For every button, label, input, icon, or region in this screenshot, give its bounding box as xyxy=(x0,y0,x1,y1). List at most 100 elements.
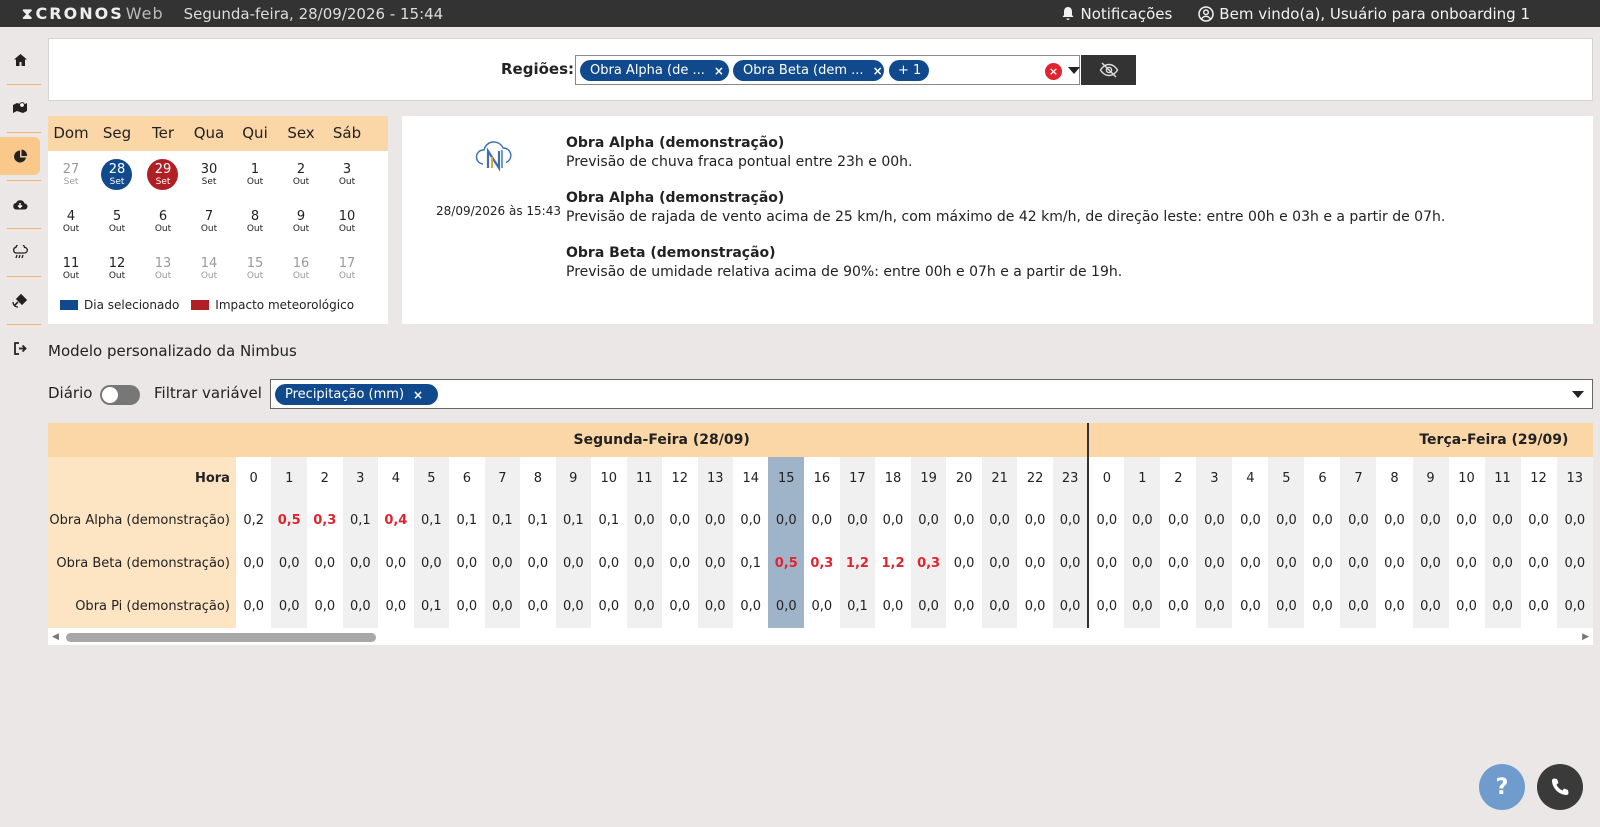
value-cell: 0,0 xyxy=(662,499,698,542)
value-cell: 0,0 xyxy=(484,542,521,585)
value-cell: 0,0 xyxy=(697,542,733,585)
value-cell: 0,0 xyxy=(591,585,627,628)
calendar: Dom Seg Ter Qua Qui Sex Sáb 27 Set 28 Set 29… xyxy=(48,116,388,324)
hour-cell: 14 xyxy=(733,457,769,499)
legend-swatch-impact xyxy=(191,300,210,310)
chevron-down-icon[interactable] xyxy=(1068,67,1080,74)
sidebar-item-logout[interactable] xyxy=(0,329,40,367)
model-section-title: Modelo personalizado da Nimbus xyxy=(48,342,297,360)
chip-remove-icon[interactable]: × xyxy=(873,64,883,78)
calendar-day[interactable]: 12 Out xyxy=(94,245,140,292)
help-button[interactable]: ? xyxy=(1479,764,1525,810)
daily-toggle-label: Diário xyxy=(48,384,93,402)
calendar-day[interactable]: 15 Out xyxy=(232,245,278,292)
value-cell: 0,1 xyxy=(733,542,769,585)
notifications-button[interactable]: Notificações xyxy=(1061,5,1172,23)
regions-select[interactable]: Obra Alpha (de ... × Obra Beta (dem ... … xyxy=(575,55,1080,85)
calendar-day[interactable]: 17 Out xyxy=(324,245,370,292)
calendar-day[interactable]: 3 Out xyxy=(324,151,370,198)
hour-cell: 8 xyxy=(1376,457,1413,499)
value-cell: 0,0 xyxy=(1412,542,1449,585)
top-bar: ⧗ CRONOS Web Segunda-feira, 28/09/2026 -… xyxy=(0,0,1600,27)
hour-cell: 18 xyxy=(875,457,911,499)
value-cell: 0,0 xyxy=(1340,499,1377,542)
calendar-day[interactable]: 13 Out xyxy=(140,245,186,292)
sidebar-item-satellite[interactable] xyxy=(0,281,40,319)
sidebar-item-dashboard[interactable] xyxy=(0,137,40,175)
scroll-thumb[interactable] xyxy=(66,633,376,642)
calendar-day[interactable]: 4 Out xyxy=(48,198,94,245)
value-cell: 0,0 xyxy=(378,542,414,585)
calendar-day[interactable]: 6 Out xyxy=(140,198,186,245)
value-cell: 0,0 xyxy=(342,542,379,585)
calendar-day[interactable]: 9 Out xyxy=(278,198,324,245)
hour-cell: 3 xyxy=(1196,457,1233,499)
value-cell: 0,0 xyxy=(946,542,982,585)
calendar-day-number: 4 xyxy=(66,209,76,224)
calendar-day[interactable]: 14 Out xyxy=(186,245,232,292)
sidebar-item-home[interactable] xyxy=(0,41,40,79)
sidebar-item-weather[interactable] xyxy=(0,233,40,271)
scroll-left-icon[interactable]: ◀ xyxy=(52,632,59,642)
region-chip[interactable]: Obra Alpha (de ... × xyxy=(580,60,729,81)
region-chip[interactable]: Obra Beta (dem ... × xyxy=(733,60,884,81)
calendar-day[interactable]: 27 Set xyxy=(48,151,94,198)
app-logo[interactable]: ⧗ CRONOS Web xyxy=(22,4,164,23)
alert-body: Previsão de chuva fraca pontual entre 23… xyxy=(566,154,913,170)
sidebar-item-map[interactable] xyxy=(0,89,40,127)
calendar-day[interactable]: 2 Out xyxy=(278,151,324,198)
calendar-day[interactable]: 29 Set xyxy=(140,151,186,198)
chevron-down-icon[interactable] xyxy=(1572,391,1584,398)
alert-title: Obra Alpha (demonstração) xyxy=(566,135,785,151)
region-chip-label: Obra Alpha (de ... xyxy=(590,63,705,78)
value-cell: 0,0 xyxy=(733,585,769,628)
weekday-label: Seg xyxy=(102,124,132,142)
sidebar-divider xyxy=(7,324,41,325)
value-cell: 0,0 xyxy=(768,585,805,628)
calendar-day-month: Set xyxy=(155,177,171,187)
sidebar-item-download[interactable] xyxy=(0,185,40,223)
value-cell: 0,2 xyxy=(235,499,272,542)
chip-remove-icon[interactable]: × xyxy=(413,388,423,402)
phone-icon xyxy=(1552,778,1569,795)
calendar-day-month: Set xyxy=(63,177,79,187)
variable-select[interactable]: Precipitação (mm) × xyxy=(270,379,1593,409)
region-more-chip[interactable]: + 1 xyxy=(889,60,929,81)
value-cell: 0,0 xyxy=(307,542,343,585)
value-cell: 0,1 xyxy=(555,499,592,542)
value-cell: 0,0 xyxy=(1304,542,1341,585)
value-cell: 0,0 xyxy=(768,499,805,542)
calendar-day[interactable]: 8 Out xyxy=(232,198,278,245)
calendar-day[interactable]: 16 Out xyxy=(278,245,324,292)
value-cell: 0,0 xyxy=(839,499,876,542)
value-cell: 0,0 xyxy=(1087,585,1125,628)
horizontal-scrollbar[interactable]: ◀ ▶ xyxy=(48,630,1593,644)
forecast-table-wrapper[interactable]: Segunda-Feira (28/09) Terça-Feira (29/09)… xyxy=(48,423,1593,645)
chip-remove-icon[interactable]: × xyxy=(714,64,724,78)
value-cell: 0,0 xyxy=(1448,499,1485,542)
clear-selection-icon[interactable]: × xyxy=(1045,63,1062,80)
value-cell: 0,0 xyxy=(1448,542,1485,585)
variable-chip[interactable]: Precipitação (mm) × xyxy=(275,384,438,405)
calendar-day-month: Out xyxy=(108,224,126,234)
toggle-visibility-button[interactable] xyxy=(1081,55,1136,85)
calendar-day[interactable]: 28 Set xyxy=(94,151,140,198)
value-cell: 0,1 xyxy=(449,499,485,542)
phone-button[interactable] xyxy=(1537,764,1583,810)
user-menu-button[interactable]: Bem vindo(a), Usuário para onboarding 1 xyxy=(1198,5,1530,23)
scroll-right-icon[interactable]: ▶ xyxy=(1582,632,1589,642)
calendar-day[interactable]: 5 Out xyxy=(94,198,140,245)
calendar-day-number: 30 xyxy=(200,162,218,177)
alert-body: Previsão de umidade relativa acima de 90… xyxy=(566,264,1123,280)
value-cell: 1,2 xyxy=(839,542,876,585)
calendar-day-number: 1 xyxy=(250,162,260,177)
value-cell: 0,0 xyxy=(875,499,911,542)
calendar-day[interactable]: 7 Out xyxy=(186,198,232,245)
daily-toggle[interactable] xyxy=(100,385,140,405)
calendar-day[interactable]: 30 Set xyxy=(186,151,232,198)
calendar-day-number: 2 xyxy=(296,162,306,177)
calendar-day[interactable]: 1 Out xyxy=(232,151,278,198)
calendar-day-month: Out xyxy=(200,224,218,234)
calendar-day[interactable]: 10 Out xyxy=(324,198,370,245)
calendar-day[interactable]: 11 Out xyxy=(48,245,94,292)
